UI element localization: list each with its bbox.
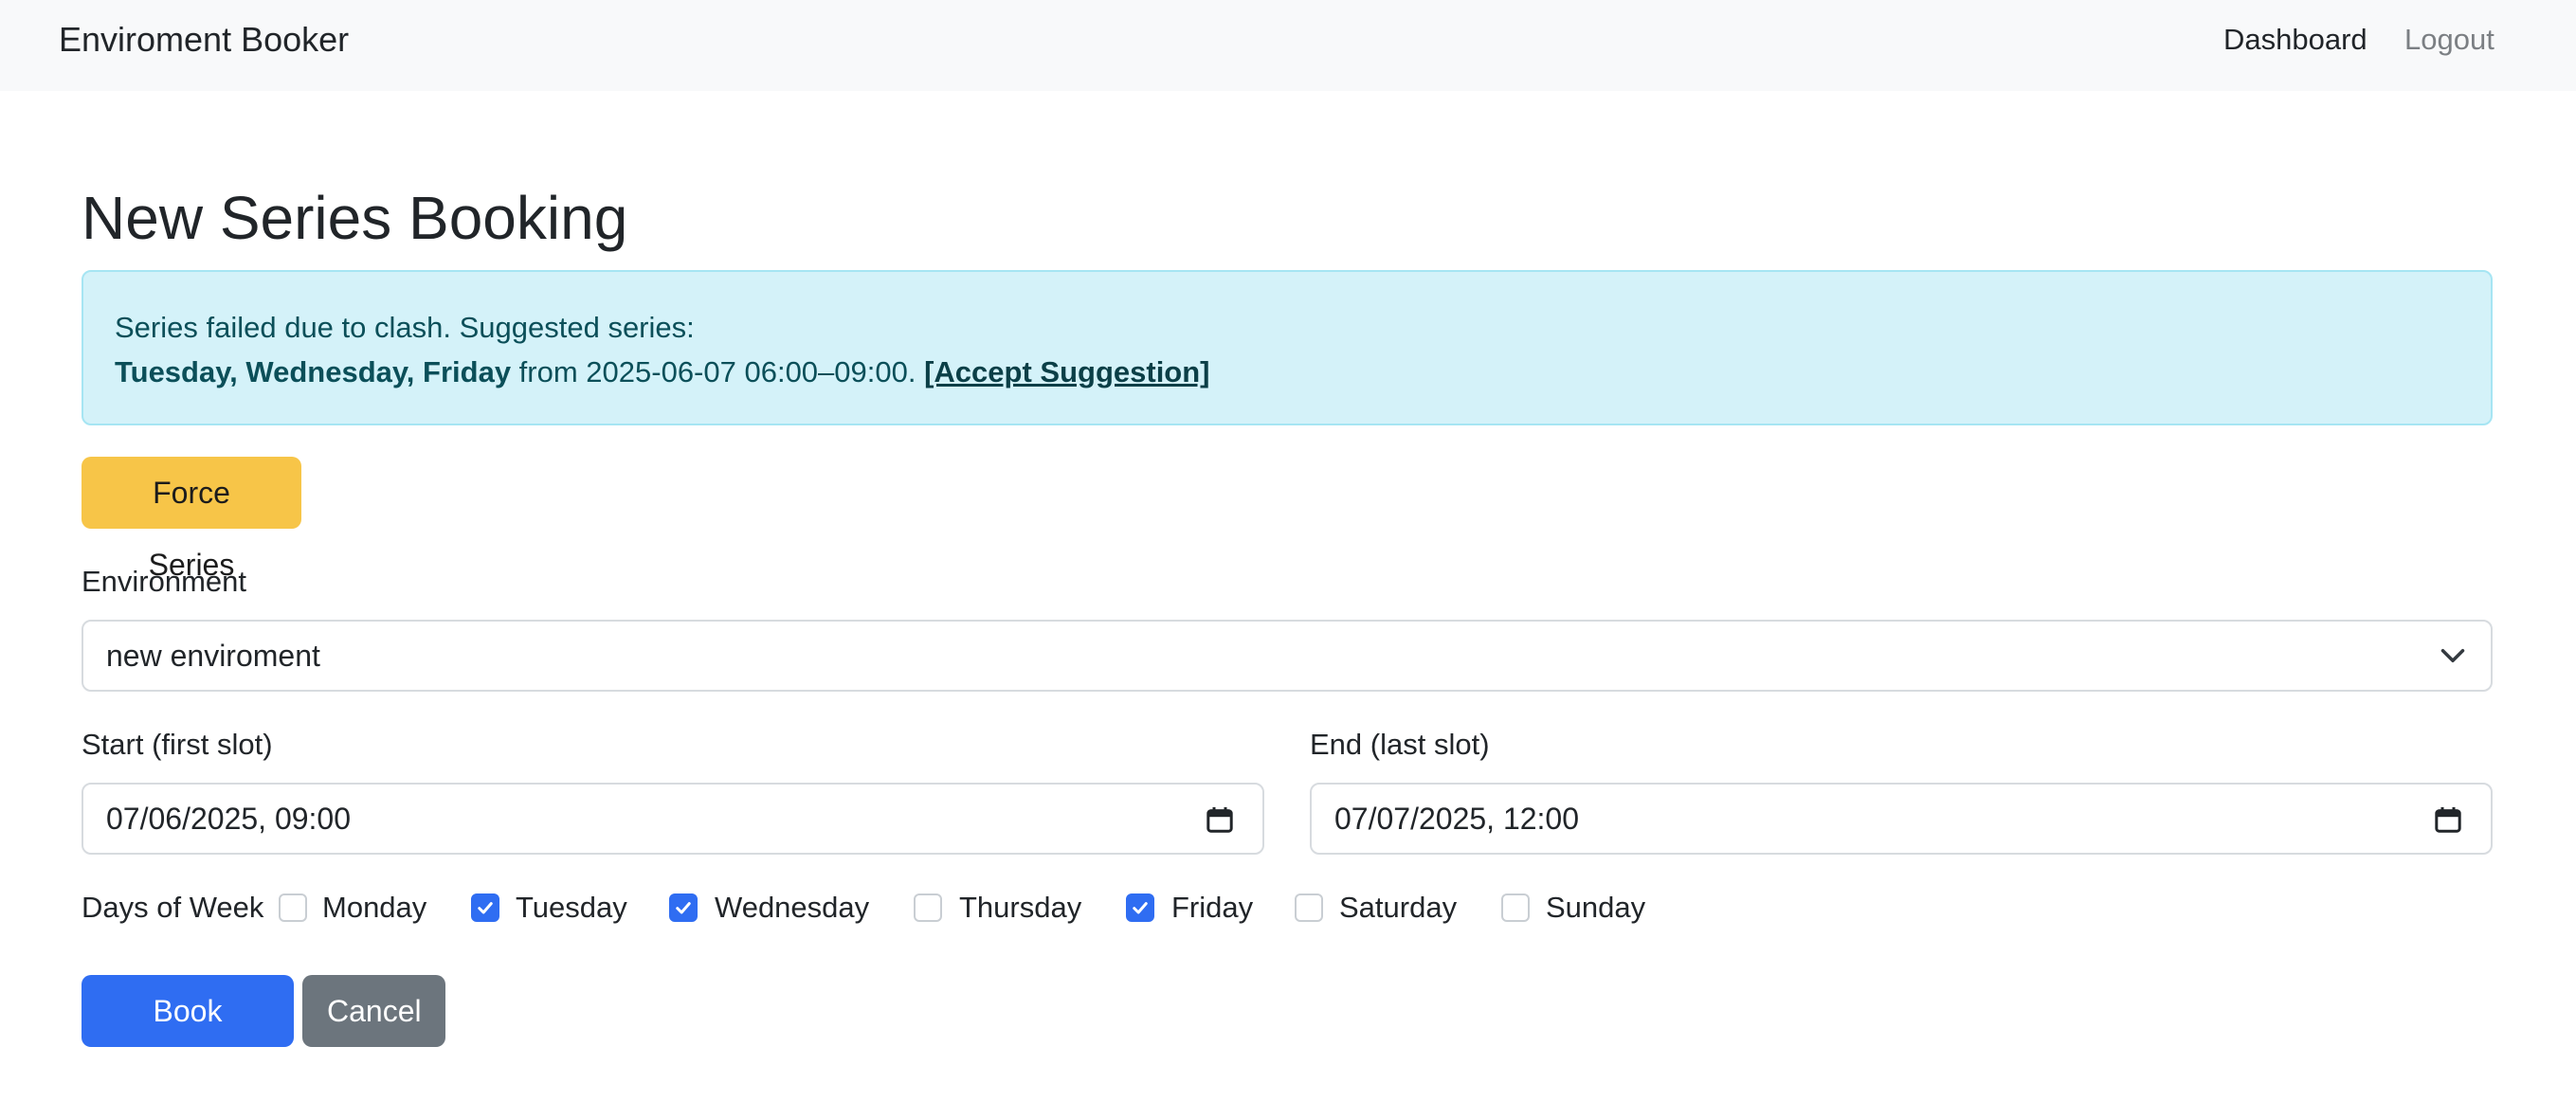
book-series-button[interactable]: Book Series xyxy=(82,975,294,1100)
calendar-icon[interactable] xyxy=(1206,805,1234,834)
day-label-thursday: Thursday xyxy=(959,891,1082,924)
check-icon xyxy=(478,902,493,914)
environment-select[interactable]: new enviroment xyxy=(82,620,2493,692)
checkbox-saturday[interactable] xyxy=(1295,893,1323,922)
alert-message: Series failed due to clash. Suggested se… xyxy=(115,311,695,344)
checkbox-sunday[interactable] xyxy=(1501,893,1530,922)
day-label-monday: Monday xyxy=(322,891,427,924)
alert-suggestion: Tuesday, Wednesday, Friday from 2025-06-… xyxy=(115,352,1210,392)
calendar-icon[interactable] xyxy=(2434,805,2462,834)
day-label-wednesday: Wednesday xyxy=(715,891,870,924)
nav-link-logout[interactable]: Logout xyxy=(2404,19,2494,61)
accept-suggestion-link[interactable]: [Accept Suggestion] xyxy=(924,355,1209,388)
clash-alert: Series failed due to clash. Suggested se… xyxy=(82,270,2493,425)
nav-link-dashboard[interactable]: Dashboard xyxy=(2223,19,2367,61)
checkbox-thursday[interactable] xyxy=(914,893,942,922)
force-series-button[interactable]: Force Series xyxy=(82,457,301,582)
environment-label: Environment xyxy=(82,565,247,598)
suggested-range: from 2025-06-07 06:00–09:00. xyxy=(511,355,925,388)
cancel-button[interactable]: Cancel xyxy=(302,975,445,1047)
checkbox-monday[interactable] xyxy=(279,893,307,922)
check-icon xyxy=(676,902,691,914)
end-value: 07/07/2025, 12:00 xyxy=(1334,802,1580,836)
environment-value: new enviroment xyxy=(106,639,320,673)
check-icon xyxy=(1133,902,1148,914)
end-label: End (last slot) xyxy=(1310,728,1490,761)
day-label-friday: Friday xyxy=(1171,891,1254,924)
checkbox-tuesday[interactable] xyxy=(471,893,499,922)
start-label: Start (first slot) xyxy=(82,728,273,761)
brand-title[interactable]: Enviroment Booker xyxy=(59,19,349,61)
day-label-sunday: Sunday xyxy=(1546,891,1646,924)
days-of-week-label: Days of Week xyxy=(82,891,264,924)
chevron-down-icon xyxy=(2440,649,2465,662)
day-label-saturday: Saturday xyxy=(1339,891,1458,924)
day-label-tuesday: Tuesday xyxy=(516,891,627,924)
checkbox-friday[interactable] xyxy=(1126,893,1154,922)
end-datetime-input[interactable]: 07/07/2025, 12:00 xyxy=(1310,783,2493,855)
top-navbar: Enviroment Booker Dashboard Logout xyxy=(0,0,2576,91)
suggested-days: Tuesday, Wednesday, Friday xyxy=(115,355,512,388)
start-value: 07/06/2025, 09:00 xyxy=(106,802,352,836)
checkbox-wednesday[interactable] xyxy=(669,893,698,922)
start-datetime-input[interactable]: 07/06/2025, 09:00 xyxy=(82,783,1264,855)
page-title: New Series Booking xyxy=(82,184,628,252)
